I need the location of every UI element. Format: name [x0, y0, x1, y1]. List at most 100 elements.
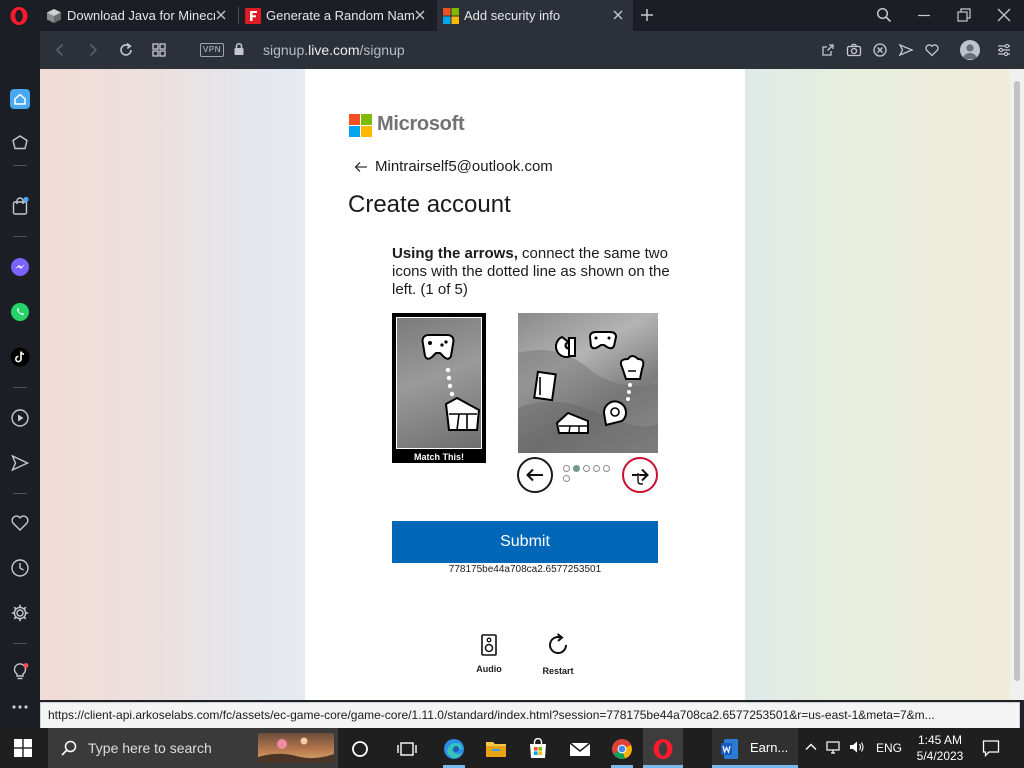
windows-start-icon[interactable] [14, 739, 32, 757]
right-arrow-icon [632, 468, 649, 485]
forward-icon[interactable] [85, 42, 101, 58]
puzzle-image[interactable] [518, 313, 658, 453]
mail-icon[interactable] [569, 738, 591, 760]
microsoft-store-icon[interactable] [527, 738, 549, 760]
close-tab-icon[interactable] [214, 8, 228, 22]
share-icon[interactable] [820, 42, 836, 58]
language-indicator[interactable]: ENG [876, 741, 902, 755]
search-tabs-icon[interactable] [876, 7, 892, 23]
new-tab-icon[interactable] [639, 7, 655, 23]
reference-caption: Match This! [413, 452, 464, 462]
address-bar: VPN signup.live.com/signup [40, 31, 1024, 69]
shopping-bag-icon[interactable] [10, 196, 30, 216]
tab-add-security-info[interactable]: Add security info [437, 0, 633, 31]
extensions-icon[interactable] [10, 134, 30, 154]
close-tab-icon[interactable] [611, 8, 625, 22]
padlock-icon[interactable] [232, 42, 246, 56]
audio-challenge-button[interactable]: Audio [473, 634, 505, 674]
speaker-icon [481, 634, 497, 656]
sidebar-divider [13, 493, 27, 494]
tiktok-icon[interactable] [10, 347, 30, 367]
back-arrow-icon[interactable] [353, 159, 369, 175]
profile-avatar-icon[interactable] [960, 40, 980, 60]
word-taskbar-button[interactable]: Earn... [712, 728, 798, 768]
microsoft-logo-icon [349, 114, 372, 137]
taskbar-search-box[interactable]: Type here to search [48, 728, 338, 768]
send-icon[interactable] [898, 42, 914, 58]
tab-title: Generate a Random Name [266, 8, 414, 23]
vpn-badge[interactable]: VPN [200, 43, 224, 57]
restore-icon[interactable] [956, 7, 972, 23]
file-explorer-icon[interactable] [485, 738, 507, 760]
task-view-icon[interactable] [396, 738, 418, 760]
more-options-icon[interactable] [10, 697, 30, 717]
scrollbar-thumb[interactable] [1014, 81, 1020, 681]
signup-card: Microsoft Mintrairself5@outlook.com Crea… [305, 69, 745, 700]
reference-picture [396, 317, 482, 449]
previous-arrow-button[interactable] [517, 457, 553, 493]
bookmark-heart-icon[interactable] [924, 42, 940, 58]
bookmarks-heart-icon[interactable] [10, 513, 30, 533]
tab-download-java[interactable]: Download Java for Minecra [46, 0, 236, 31]
url-path: /signup [359, 42, 405, 58]
whatsapp-icon[interactable] [10, 302, 30, 322]
network-icon[interactable] [826, 739, 842, 755]
player-icon[interactable] [10, 408, 30, 428]
gamepad-icon [421, 334, 455, 360]
reload-icon[interactable] [118, 42, 134, 58]
tab-snapshot-grid-icon[interactable] [151, 42, 167, 58]
chef-hat-icon [619, 355, 645, 380]
fake-name-favicon-icon [245, 7, 261, 24]
progress-dot [583, 465, 590, 472]
search-placeholder: Type here to search [88, 740, 212, 756]
sidebar-divider [13, 236, 27, 237]
session-id: 778175be44a708ca2.6577253501 [448, 564, 602, 575]
my-flow-icon[interactable] [10, 453, 30, 473]
tab-title: Download Java for Minecra [67, 8, 215, 23]
url-field[interactable]: signup.live.com/signup [263, 42, 405, 58]
chrome-icon[interactable] [611, 738, 633, 760]
snail-shell-icon [602, 400, 627, 427]
settings-gear-icon[interactable] [10, 603, 30, 623]
windows-taskbar: Type here to search Earn... ENG 1:45 AM … [0, 728, 1024, 768]
minecraft-favicon-icon [47, 8, 61, 23]
volume-speaker-icon[interactable] [849, 739, 865, 755]
home-icon[interactable] [10, 89, 30, 109]
url-prefix: signup. [263, 42, 309, 58]
word-document-icon [721, 739, 738, 759]
page-viewport: Microsoft Mintrairself5@outlook.com Crea… [40, 69, 1010, 700]
progress-dot [563, 465, 570, 472]
tab-strip: Download Java for Minecra Generate a Ran… [0, 0, 1024, 31]
microsoft-wordmark: Microsoft [377, 113, 465, 135]
restart-challenge-button[interactable]: Restart [540, 632, 576, 676]
minimize-icon[interactable] [916, 7, 932, 23]
vertical-scrollbar[interactable] [1010, 69, 1024, 700]
snapshot-camera-icon[interactable] [846, 42, 862, 58]
gamepad-icon [588, 331, 618, 350]
action-center-notification-icon[interactable] [982, 739, 1000, 757]
easy-setup-menu-icon[interactable] [996, 42, 1012, 58]
restart-icon [549, 633, 567, 654]
horseshoe-magnet-icon [555, 335, 576, 358]
progress-dot [573, 465, 580, 472]
page-title: Create account [348, 191, 511, 218]
edge-icon[interactable] [443, 738, 465, 760]
tab-random-name[interactable]: Generate a Random Name [245, 0, 435, 31]
close-window-icon[interactable] [996, 7, 1012, 23]
submit-button[interactable]: Submit [392, 521, 658, 563]
ad-blocker-icon[interactable] [872, 42, 888, 58]
system-clock[interactable]: 1:45 AM 5/4/2023 [910, 732, 970, 764]
close-tab-icon[interactable] [413, 8, 427, 22]
back-to-email-link[interactable]: Mintrairself5@outlook.com [353, 158, 553, 175]
clock-time: 1:45 AM [917, 733, 963, 747]
next-arrow-button[interactable] [622, 457, 658, 493]
messenger-icon[interactable] [10, 257, 30, 277]
lightbulb-tips-icon[interactable] [10, 662, 30, 682]
opera-taskbar-icon[interactable] [652, 738, 674, 760]
history-clock-icon[interactable] [10, 558, 30, 578]
cortana-icon[interactable] [349, 738, 371, 760]
back-icon[interactable] [52, 42, 68, 58]
progress-dots [563, 465, 615, 485]
show-hidden-icons-chevron-icon[interactable] [803, 739, 819, 755]
opera-menu-icon[interactable] [9, 6, 29, 26]
